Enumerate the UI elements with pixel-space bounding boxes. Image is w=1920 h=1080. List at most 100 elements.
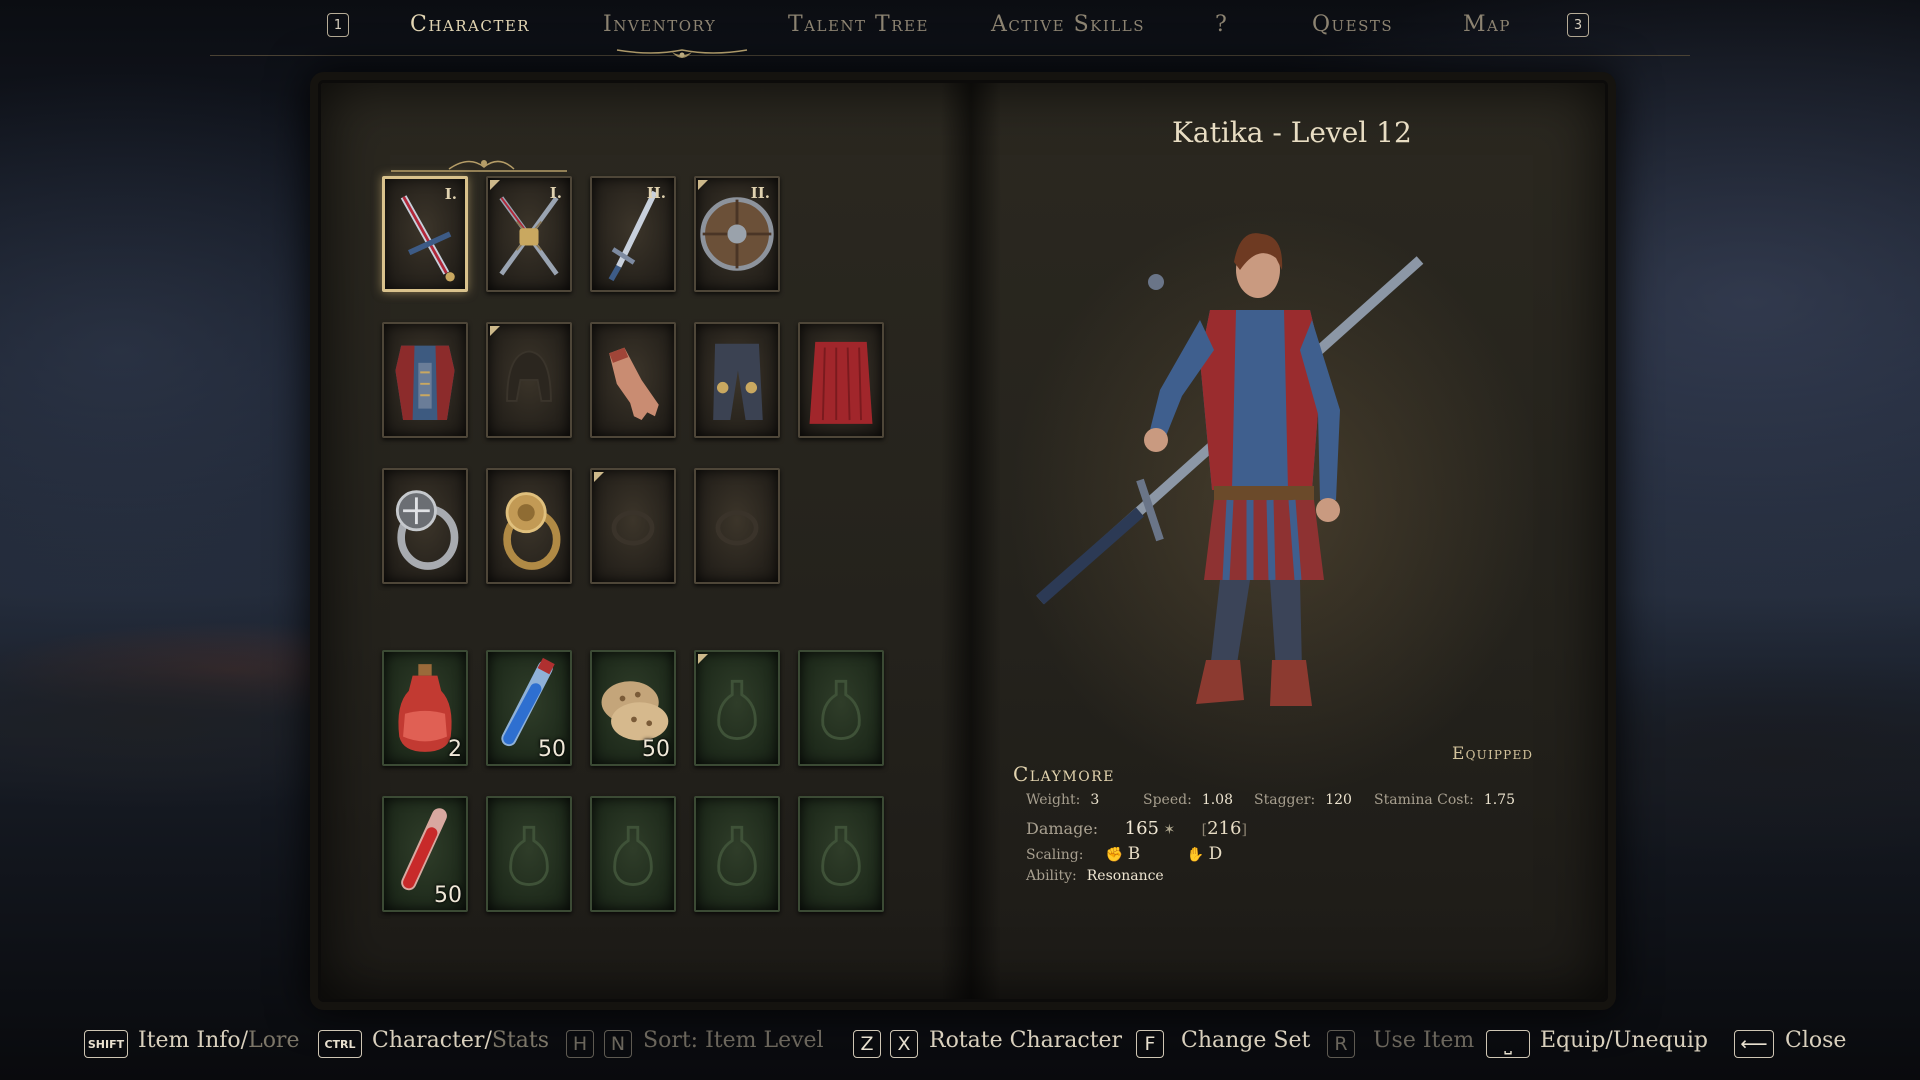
stat-weight-value: 3: [1090, 792, 1100, 808]
stat-speed: Speed: 1.08: [1143, 792, 1233, 808]
next-tab-key[interactable]: 3: [1567, 13, 1589, 37]
stat-stagger-value: 120: [1325, 792, 1352, 808]
ring-slot-3[interactable]: [590, 468, 676, 584]
tab-active-skills[interactable]: Active Skills: [991, 12, 1145, 37]
hint-item-info[interactable]: Item Info/Lore: [138, 1028, 299, 1053]
tab-unknown[interactable]: ?: [1215, 12, 1228, 37]
stat-ability-value: Resonance: [1086, 868, 1164, 884]
prev-tab-key[interactable]: 1: [327, 13, 349, 37]
character-model-icon[interactable]: [1000, 200, 1440, 720]
space-key-icon[interactable]: ⎵: [1486, 1030, 1530, 1058]
weapon-slot-2[interactable]: I.: [486, 176, 572, 292]
gauntlet-icon: [609, 347, 659, 421]
stat-ability-label: Ability:: [1026, 868, 1077, 884]
damage-alt-bracket-close: ]: [1241, 822, 1247, 838]
ctrl-key[interactable]: CTRL: [318, 1030, 362, 1058]
hint-sort[interactable]: Sort: Item Level: [643, 1028, 824, 1053]
h-key[interactable]: H: [566, 1030, 594, 1058]
z-key[interactable]: Z: [853, 1030, 881, 1058]
slash-damage-icon: ✶: [1163, 822, 1176, 838]
weapon-set-numeral: I.: [549, 184, 562, 202]
flask-placeholder-icon: [613, 825, 653, 886]
tab-map[interactable]: Map: [1463, 12, 1511, 37]
x-key[interactable]: X: [890, 1030, 918, 1058]
stat-ability: Ability: Resonance: [1026, 868, 1164, 884]
equipped-status: Equipped: [1452, 744, 1534, 764]
hint-item-info-label: Item Info/: [138, 1028, 249, 1053]
item-quantity: 50: [642, 737, 670, 762]
n-key[interactable]: N: [604, 1030, 632, 1058]
quick-slot-5[interactable]: [798, 650, 884, 766]
stat-scaling-dex: D: [1208, 844, 1223, 864]
weapon-slot-3[interactable]: II.: [590, 176, 676, 292]
quick-slot-10[interactable]: [798, 796, 884, 912]
armor-slot-hands[interactable]: [590, 322, 676, 438]
helmet-placeholder-icon: [506, 350, 552, 402]
ring-placeholder-icon: [715, 510, 759, 546]
active-tab-ornament-icon: [616, 49, 748, 58]
stat-weight: Weight: 3: [1026, 792, 1099, 808]
dexterity-hand-icon: ✋: [1186, 847, 1205, 863]
hint-change-set[interactable]: Change Set: [1181, 1028, 1310, 1053]
quick-slot-7[interactable]: [486, 796, 572, 912]
quick-slot-2[interactable]: 50: [486, 650, 572, 766]
stat-speed-value: 1.08: [1201, 792, 1233, 808]
quick-slot-4[interactable]: [694, 650, 780, 766]
weapon-set-numeral: I.: [444, 185, 457, 203]
character-name-level: Katika - Level 12: [1172, 116, 1412, 149]
quick-slot-1[interactable]: 2: [382, 650, 468, 766]
stat-stamina-value: 1.75: [1483, 792, 1515, 808]
hint-character[interactable]: Character/Stats: [372, 1028, 549, 1053]
quick-slot-9[interactable]: [694, 796, 780, 912]
stat-stamina-label: Stamina Cost:: [1374, 792, 1474, 808]
flask-placeholder-icon: [821, 679, 861, 740]
ring-slot-4[interactable]: [694, 468, 780, 584]
stat-scaling-label: Scaling:: [1026, 847, 1084, 863]
armor-slot-cloak[interactable]: [798, 322, 884, 438]
red-cloak-icon: [809, 341, 873, 424]
armor-slot-chest[interactable]: [382, 322, 468, 438]
ring-slot-1[interactable]: [382, 468, 468, 584]
stat-damage: Damage: 165 ✶ [216]: [1026, 818, 1247, 839]
lion-ring-icon: [503, 492, 561, 570]
quick-slot-8[interactable]: [590, 796, 676, 912]
tab-talent-tree[interactable]: Talent Tree: [788, 12, 929, 37]
ring-slot-2[interactable]: [486, 468, 572, 584]
stat-scaling-str: B: [1127, 844, 1141, 864]
f-key[interactable]: F: [1136, 1030, 1164, 1058]
stat-stamina: Stamina Cost: 1.75: [1374, 792, 1515, 808]
weapon-slot-4[interactable]: II.: [694, 176, 780, 292]
stat-speed-label: Speed:: [1143, 792, 1192, 808]
weapon-set-numeral: II.: [646, 184, 666, 202]
page-divider: [941, 83, 1001, 999]
hint-rotate-character[interactable]: Rotate Character: [929, 1028, 1122, 1053]
stat-stagger: Stagger: 120: [1254, 792, 1352, 808]
leggings-icon: [713, 343, 763, 421]
r-key[interactable]: R: [1327, 1030, 1355, 1058]
weapon-set-numeral: II.: [750, 184, 770, 202]
stat-damage-label: Damage:: [1026, 819, 1099, 838]
silver-ring-icon: [395, 490, 459, 570]
stat-stagger-label: Stagger:: [1254, 792, 1316, 808]
item-quantity: 2: [448, 737, 462, 762]
tab-inventory[interactable]: Inventory: [603, 12, 716, 37]
hint-use-item[interactable]: Use Item: [1373, 1028, 1474, 1053]
armor-slot-head[interactable]: [486, 322, 572, 438]
hint-character-label: Character/: [372, 1028, 492, 1053]
brigandine-icon: [395, 345, 455, 421]
stat-weight-label: Weight:: [1026, 792, 1081, 808]
tab-character[interactable]: Character: [410, 12, 530, 37]
backspace-key-icon[interactable]: ⟵: [1734, 1030, 1774, 1058]
hint-stats-label: Stats: [491, 1028, 550, 1053]
weapon-slot-1[interactable]: I.: [382, 176, 468, 292]
tab-quests[interactable]: Quests: [1312, 12, 1393, 37]
armor-slot-legs[interactable]: [694, 322, 780, 438]
stat-damage-value: 165: [1124, 818, 1159, 839]
quick-slot-6[interactable]: 50: [382, 796, 468, 912]
strength-fist-icon: ✊: [1105, 847, 1124, 863]
quick-slot-3[interactable]: 50: [590, 650, 676, 766]
shift-key[interactable]: SHIFT: [84, 1030, 128, 1058]
hint-equip-unequip[interactable]: Equip/Unequip: [1540, 1028, 1708, 1053]
hint-close[interactable]: Close: [1785, 1028, 1846, 1053]
top-navigation: 1 Character Inventory Talent Tree Active…: [210, 0, 1690, 58]
